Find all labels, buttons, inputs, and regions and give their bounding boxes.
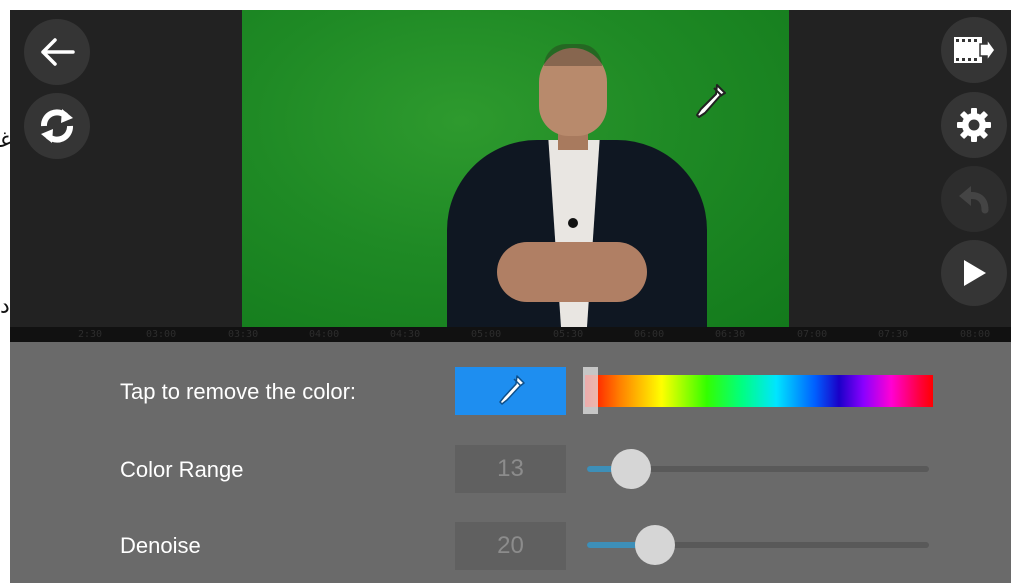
remove-color-label: Tap to remove the color: bbox=[120, 379, 357, 404]
lapel-mic bbox=[568, 218, 578, 228]
timeline-tick: 05:00 bbox=[471, 329, 502, 340]
timeline-tick: 06:00 bbox=[634, 329, 665, 340]
eyedropper-button[interactable] bbox=[455, 367, 566, 415]
hue-spectrum-bar[interactable] bbox=[585, 375, 933, 407]
eyedropper-icon bbox=[498, 375, 525, 405]
timeline-ruler[interactable]: 2:30 03:00 03:30 04:00 04:30 05:00 05:30… bbox=[10, 327, 1011, 342]
timeline-tick: 08:00 bbox=[960, 329, 991, 340]
presenter-hands bbox=[497, 242, 647, 302]
film-export-icon bbox=[954, 36, 996, 64]
timeline-tick: 04:00 bbox=[309, 329, 340, 340]
color-range-slider[interactable] bbox=[587, 449, 929, 489]
export-button[interactable] bbox=[941, 17, 1007, 83]
timeline-tick: 07:30 bbox=[878, 329, 909, 340]
back-button[interactable] bbox=[24, 19, 90, 85]
color-range-slider-knob[interactable] bbox=[611, 449, 652, 489]
undo-icon bbox=[959, 186, 989, 214]
timeline-tick: 07:00 bbox=[797, 329, 828, 340]
controls-panel: Tap to remove the color: Color Range 13 … bbox=[10, 342, 1011, 583]
timeline-tick: 04:30 bbox=[390, 329, 421, 340]
video-preview[interactable] bbox=[242, 10, 789, 327]
gear-icon bbox=[957, 108, 991, 142]
eyedropper-cursor-icon[interactable] bbox=[692, 82, 728, 122]
timeline-tick: 2:30 bbox=[78, 329, 103, 340]
undo-button[interactable] bbox=[941, 166, 1007, 232]
edge-glyph-top: ﻏ bbox=[0, 130, 10, 152]
hue-selector-handle[interactable] bbox=[583, 367, 598, 414]
denoise-slider-knob[interactable] bbox=[635, 525, 676, 565]
refresh-icon bbox=[41, 109, 73, 143]
timeline-tick: 06:30 bbox=[715, 329, 746, 340]
denoise-label: Denoise bbox=[120, 533, 201, 558]
play-icon bbox=[964, 260, 986, 286]
timeline-tick: 05:30 bbox=[553, 329, 584, 340]
edge-glyph-bottom: ﺩ bbox=[0, 296, 10, 318]
denoise-slider[interactable] bbox=[587, 525, 929, 565]
refresh-button[interactable] bbox=[24, 93, 90, 159]
presenter-hair bbox=[544, 44, 602, 66]
chroma-key-editor: 2:30 03:00 03:30 04:00 04:30 05:00 05:30… bbox=[10, 10, 1011, 583]
play-button[interactable] bbox=[941, 240, 1007, 306]
settings-button[interactable] bbox=[941, 92, 1007, 158]
arrow-left-icon bbox=[41, 38, 75, 66]
color-range-value[interactable]: 13 bbox=[455, 445, 566, 493]
timeline-tick: 03:00 bbox=[146, 329, 177, 340]
color-range-label: Color Range bbox=[120, 457, 244, 482]
denoise-value[interactable]: 20 bbox=[455, 522, 566, 570]
timeline-tick: 03:30 bbox=[228, 329, 259, 340]
